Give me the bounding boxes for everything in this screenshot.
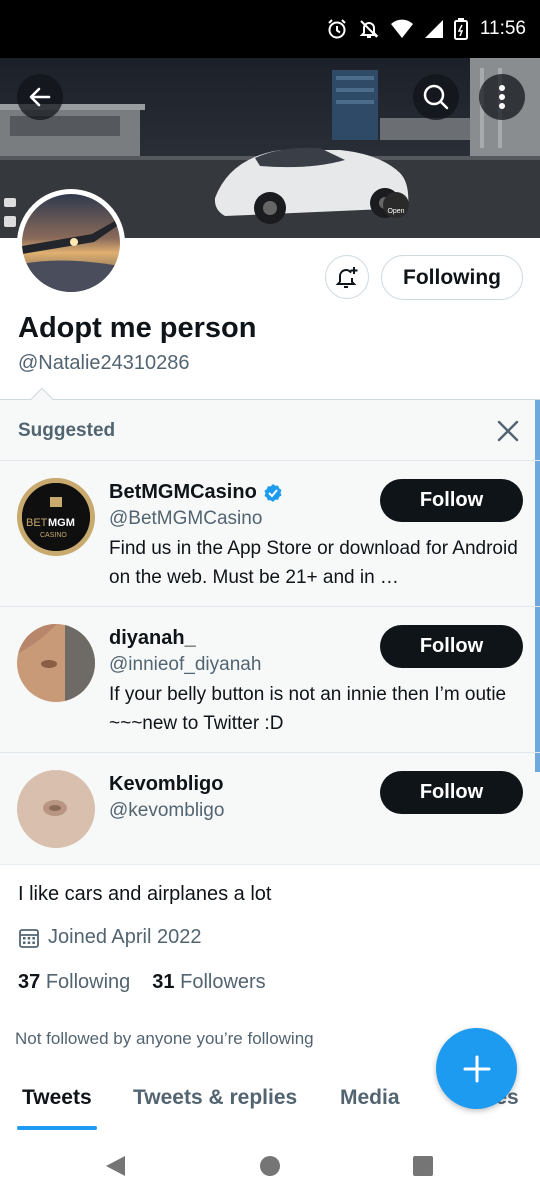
more-options-button[interactable] [479, 74, 525, 120]
kevombligo-avatar-image [17, 770, 95, 848]
following-button[interactable]: Following [381, 255, 523, 300]
suggested-name-text: diyanah_ [109, 627, 196, 649]
logo-text-bet: BET [26, 517, 48, 529]
tab-tweets[interactable]: Tweets [22, 1086, 92, 1110]
diyanah-avatar-image [17, 624, 95, 702]
game-side-icons [3, 196, 17, 235]
nav-recents-button[interactable] [409, 1152, 437, 1180]
followers-count: 31 [152, 971, 175, 993]
avatar-image [22, 194, 120, 292]
battery-icon [453, 18, 468, 40]
suggested-avatar[interactable] [17, 770, 95, 848]
profile-avatar[interactable] [17, 189, 125, 297]
status-icons: 11:56 [326, 14, 526, 44]
profile-name: Adopt me person [18, 312, 257, 344]
suggested-bio: Find us in the App Store or download for… [109, 538, 518, 588]
tab-tweets-replies[interactable]: Tweets & replies [133, 1086, 297, 1110]
following-count: 37 [18, 971, 41, 993]
wifi-icon [390, 19, 414, 39]
suggested-name-text: BetMGMCasino [109, 481, 257, 503]
joined-date: Joined April 2022 [18, 926, 201, 949]
search-button[interactable] [413, 74, 459, 120]
follow-button[interactable]: Follow [380, 771, 523, 814]
active-tab-indicator [17, 1126, 97, 1130]
suggested-accounts-panel: Suggested BET MGM CASINO BetMGMCasino @B… [0, 399, 540, 865]
followers-label: Followers [180, 971, 266, 993]
suggested-handle: @BetMGMCasino [109, 508, 263, 529]
follow-button[interactable]: Follow [380, 479, 523, 522]
suggested-handle: @innieof_diyanah [109, 654, 262, 675]
following-label: Following [45, 971, 131, 993]
suggested-handle: @kevombligo [109, 800, 225, 821]
following-stat[interactable]: 37 Following [18, 971, 130, 994]
suggested-name[interactable]: Kevombligo [109, 773, 223, 796]
follow-button[interactable]: Follow [380, 625, 523, 668]
profile-handle: @Natalie24310286 [18, 352, 190, 374]
alarm-icon [326, 18, 348, 40]
calendar-icon [19, 928, 39, 948]
profile-bio: I like cars and airplanes a lot [18, 883, 272, 905]
not-followed-notice: Not followed by anyone you’re following [15, 1029, 314, 1048]
signal-icon [424, 19, 444, 39]
suggested-name-text: Kevombligo [109, 773, 224, 795]
nav-recents-icon [413, 1156, 433, 1176]
suggested-avatar[interactable] [17, 624, 95, 702]
tab-media[interactable]: Media [340, 1086, 400, 1110]
close-icon [497, 420, 519, 442]
suggested-item[interactable]: Kevombligo @kevombligo Follow [0, 752, 540, 865]
compose-tweet-button[interactable] [436, 1028, 517, 1109]
mute-icon [358, 18, 380, 40]
status-bar: 11:56 [0, 0, 540, 58]
suggested-name[interactable]: BetMGMCasino [109, 481, 283, 504]
suggested-item[interactable]: diyanah_ @innieof_diyanah If your belly … [0, 606, 540, 752]
back-arrow-icon [29, 87, 51, 107]
verified-badge-icon [264, 483, 282, 502]
bell-plus-icon [335, 267, 358, 288]
more-vertical-icon [499, 85, 505, 109]
followers-stat[interactable]: 31 Followers [152, 971, 265, 994]
logo-text-casino: CASINO [40, 532, 67, 539]
follow-stats: 37 Following 31 Followers [18, 971, 266, 994]
nav-back-button[interactable] [101, 1152, 129, 1180]
status-time: 11:56 [479, 18, 526, 39]
search-icon [423, 84, 449, 110]
close-suggested-button[interactable] [494, 417, 522, 445]
betmgm-logo: BET MGM CASINO [22, 483, 90, 551]
joined-text: Joined April 2022 [48, 926, 202, 948]
suggested-bio: If your belly button is not an innie the… [109, 684, 507, 734]
android-navigation-bar [0, 1132, 540, 1200]
nav-home-button[interactable] [256, 1152, 284, 1180]
logo-text-mgm: MGM [48, 517, 75, 529]
suggested-item[interactable]: BET MGM CASINO BetMGMCasino @BetMGMCasin… [0, 460, 540, 606]
compose-plus-icon [463, 1055, 490, 1082]
nav-home-icon [260, 1156, 280, 1176]
nav-back-icon [106, 1156, 125, 1176]
open-badge-label: Open [387, 208, 405, 215]
back-button[interactable] [17, 74, 63, 120]
suggested-name[interactable]: diyanah_ [109, 627, 196, 650]
notifications-bell-button[interactable] [325, 255, 369, 299]
open-badge: Open [383, 192, 409, 218]
suggested-avatar[interactable]: BET MGM CASINO [17, 478, 95, 556]
suggested-title: Suggested [18, 420, 116, 441]
